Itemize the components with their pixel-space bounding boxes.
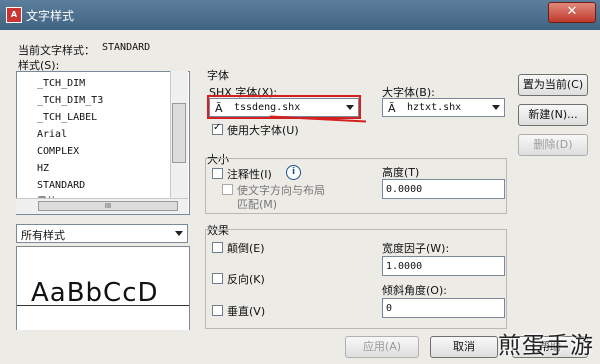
style-list-horizontal-scrollbar[interactable]: III [16, 198, 188, 214]
upside-down-label: 颠倒(E) [227, 242, 265, 255]
big-font-select[interactable]: Ã hztxt.shx [382, 98, 505, 117]
cancel-button[interactable]: 取消 [430, 336, 498, 358]
watermark: 煎蛋手游 [498, 333, 594, 359]
match-orientation-label-2: 匹配(M) [237, 198, 278, 211]
style-item-tch-label[interactable]: _TCH_LABEL [37, 112, 97, 123]
chevron-down-icon [346, 105, 354, 110]
vertical-checkbox[interactable] [212, 305, 223, 316]
match-orientation-checkbox[interactable] [222, 184, 233, 195]
annotation-line [359, 95, 361, 119]
delete-style-button[interactable]: 删除(D) [518, 134, 588, 156]
style-list[interactable]: _TCH_DIM _TCH_DIM_T3 _TCH_LABEL Arial CO… [16, 71, 190, 215]
use-big-font-checkbox[interactable]: ✓ [212, 122, 223, 135]
upside-down-checkbox[interactable] [212, 242, 223, 253]
big-font-value: hztxt.shx [407, 102, 462, 113]
shx-font-icon: Ã [215, 102, 223, 115]
height-label: 高度(T) [382, 166, 420, 179]
style-item-tch-dim-t3[interactable]: _TCH_DIM_T3 [37, 95, 103, 106]
width-factor-label: 宽度因子(W): [382, 242, 450, 255]
title-bar[interactable]: A 文字样式 [0, 0, 600, 30]
annotation-line [207, 95, 361, 97]
style-item-complex[interactable]: COMPLEX [37, 146, 79, 157]
current-style-label: 当前文字样式： [18, 44, 95, 57]
shx-font-select[interactable]: Ã tssdeng.shx [209, 98, 359, 117]
style-item-hz[interactable]: HZ [37, 163, 49, 174]
annotation-line [207, 95, 209, 119]
style-filter-select[interactable]: 所有样式 [16, 224, 188, 243]
font-group-label: 字体 [207, 69, 229, 82]
width-factor-input[interactable]: 1.0000 [382, 256, 505, 276]
horizontal-scroll-thumb[interactable]: III [38, 201, 178, 211]
backwards-checkbox[interactable] [212, 273, 223, 284]
style-item-standard[interactable]: STANDARD [37, 180, 85, 191]
annotative-checkbox[interactable] [212, 168, 223, 179]
current-style-value: STANDARD [102, 42, 151, 53]
oblique-angle-label: 倾斜角度(O): [382, 284, 447, 297]
chevron-down-icon [175, 231, 183, 236]
dialog-title: 文字样式 [26, 9, 75, 23]
new-style-button[interactable]: 新建(N)... [518, 104, 588, 126]
style-item-arial[interactable]: Arial [37, 129, 67, 140]
checkmark-icon: ✓ [213, 122, 222, 133]
autocad-app-icon: A [6, 7, 22, 23]
style-preview: AaBbCcD [16, 246, 190, 332]
height-input[interactable]: 0.0000 [382, 179, 505, 199]
chevron-down-icon [492, 105, 500, 110]
shx-font-value: tssdeng.shx [234, 102, 301, 113]
preview-text: AaBbCcD [31, 278, 159, 308]
preview-baseline [17, 305, 189, 306]
oblique-angle-input[interactable]: 0 [382, 298, 505, 318]
use-big-font-label: 使用大字体(U) [227, 124, 299, 137]
style-list-vertical-scrollbar[interactable] [170, 71, 188, 198]
annotative-label: 注释性(I) [227, 168, 272, 181]
apply-button[interactable]: 应用(A) [345, 336, 419, 358]
backwards-label: 反向(K) [227, 273, 265, 286]
vertical-scroll-thumb[interactable] [172, 103, 186, 163]
set-current-button[interactable]: 置为当前(C) [518, 74, 588, 96]
vertical-label: 垂直(V) [227, 305, 266, 318]
text-style-dialog: A 文字样式 ✕ 当前文字样式： STANDARD 样式(S): _TCH_DI… [0, 0, 600, 364]
big-font-icon: Ã [388, 102, 396, 115]
close-button[interactable]: ✕ [548, 2, 596, 23]
style-item-tch-dim[interactable]: _TCH_DIM [37, 78, 85, 89]
info-icon[interactable]: i [286, 165, 301, 180]
style-filter-value: 所有样式 [21, 229, 65, 242]
